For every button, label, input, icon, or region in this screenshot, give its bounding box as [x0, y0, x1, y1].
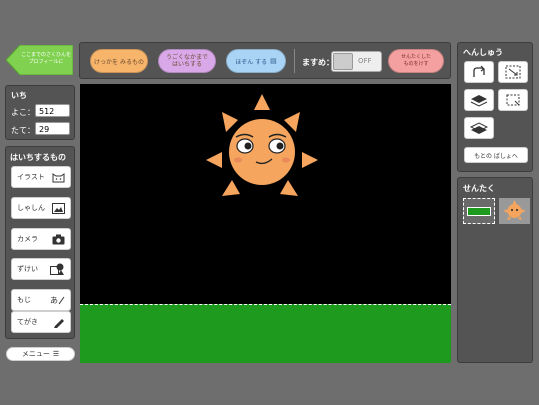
back-label-line2: プロフィールに — [28, 59, 64, 65]
hand-rotate-icon — [473, 65, 485, 77]
save-button[interactable]: ほぞん する ▤ — [226, 49, 286, 73]
bring-front-button[interactable] — [464, 89, 494, 111]
edit-title: へんしゅう — [463, 48, 503, 57]
x-label: よこ： — [11, 108, 35, 117]
place-panel: はいちするもの イラスト しゃしん カメラ ずけい もじ あ てがき — [5, 146, 75, 339]
reset-position-button[interactable]: もとの ばしょへ — [464, 147, 528, 163]
select-thumb-grass[interactable] — [463, 198, 495, 224]
photo-button[interactable]: しゃしん — [11, 197, 71, 219]
camera-button[interactable]: カメラ — [11, 228, 71, 250]
camera-icon — [52, 234, 65, 244]
pencil-icon — [54, 319, 64, 328]
canvas[interactable] — [80, 84, 451, 363]
photo-label: しゃしん — [17, 204, 45, 212]
rotate-button[interactable] — [464, 61, 494, 83]
layer-back-icon — [470, 122, 488, 134]
shape-label: ずけい — [17, 265, 38, 273]
resize-button[interactable] — [498, 61, 528, 83]
sun-cheek-left — [234, 157, 242, 163]
delete-label-line1: せんたくした — [400, 54, 431, 60]
cat-face-icon — [52, 172, 65, 182]
grid-label: ますめ： — [302, 58, 334, 67]
photo-icon — [52, 202, 65, 214]
sun-cheek-right — [282, 157, 290, 163]
svg-text:あ: あ — [50, 296, 58, 305]
select-panel: せんたく — [457, 177, 533, 363]
text-label: もじ — [17, 296, 31, 304]
save-icon: ▤ — [270, 57, 277, 65]
move-label-line1: うごくなかまで — [165, 54, 208, 61]
grid-toggle[interactable]: OFF — [331, 51, 382, 72]
delete-label-line2: ものをけす — [403, 61, 429, 67]
grid-toggle-knob — [333, 53, 353, 70]
toolbar-divider — [294, 49, 295, 73]
camera-label: カメラ — [17, 235, 38, 243]
handwriting-label: てがき — [17, 318, 38, 326]
illust-button[interactable]: イラスト — [11, 166, 71, 188]
shape-button[interactable]: ずけい — [11, 258, 71, 280]
select-thumb-sun[interactable] — [499, 198, 530, 224]
y-label: たて： — [11, 126, 35, 135]
look-button[interactable]: けっかを みるもの — [90, 49, 148, 73]
select-title: せんたく — [463, 184, 495, 193]
text-tool-icon: あ — [50, 296, 65, 305]
illust-label: イラスト — [17, 173, 45, 181]
sun-character[interactable] — [202, 90, 322, 210]
menu-label: メニュー — [21, 350, 50, 358]
crop-icon — [506, 94, 520, 106]
position-title: いち — [11, 91, 27, 100]
move-label-line2: はいちする — [171, 61, 202, 68]
back-label-line1: ここまでのさくひんを — [20, 52, 71, 58]
edit-panel: へんしゅう もとの ばしょへ — [457, 42, 533, 172]
top-toolbar: けっかを みるもの うごくなかまで はいちする ほぞん する ▤ ますめ： OF… — [79, 42, 451, 79]
place-title: はいちするもの — [10, 153, 66, 162]
grass-thumb — [467, 207, 491, 216]
sun-face — [229, 119, 295, 185]
reset-position-label: もとの ばしょへ — [474, 152, 518, 160]
grass-object[interactable] — [80, 304, 451, 363]
resize-icon — [505, 65, 521, 79]
x-input[interactable]: 512 — [35, 104, 70, 117]
grid-toggle-state: OFF — [358, 57, 372, 65]
handwriting-button[interactable]: てがき — [11, 311, 71, 333]
menu-button[interactable]: メニュー ☰ — [6, 347, 75, 361]
shapes-icon — [50, 263, 64, 275]
position-panel: いち よこ： 512 たて： 29 — [5, 85, 75, 140]
sun-thumb-icon — [503, 200, 526, 220]
y-input[interactable]: 29 — [35, 122, 70, 135]
back-button[interactable]: ここまでのさくひんを プロフィールに — [6, 45, 73, 75]
look-button-label: けっかを みるもの — [94, 58, 144, 66]
save-button-label: ほぞん する — [235, 58, 268, 66]
move-place-button[interactable]: うごくなかまで はいちする — [158, 49, 216, 73]
delete-selected-button[interactable]: せんたくした ものをけす — [388, 49, 444, 73]
menu-icon: ☰ — [52, 350, 60, 358]
crop-button[interactable] — [498, 89, 528, 111]
layer-front-icon — [470, 95, 488, 107]
send-back-button[interactable] — [464, 117, 494, 139]
text-button[interactable]: もじ あ — [11, 289, 71, 311]
